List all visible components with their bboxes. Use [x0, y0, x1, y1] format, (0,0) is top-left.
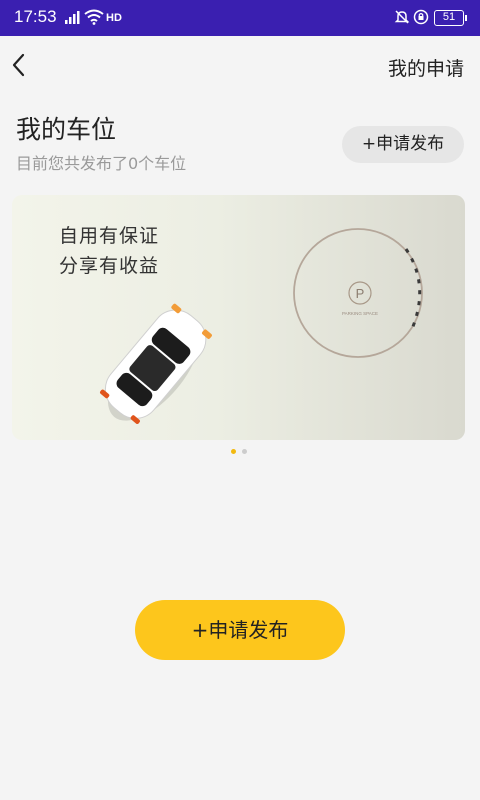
apply-publish-button-small[interactable]: +申请发布 [342, 126, 464, 163]
battery-icon: 51 [434, 10, 467, 26]
promo-banner[interactable]: 自用有保证 分享有收益 P PARKING SPACE [12, 195, 465, 440]
spot-count-text: 目前您共发布了0个车位 [16, 154, 187, 173]
my-application-link[interactable]: 我的申请 [388, 54, 464, 81]
parking-letter: P [356, 286, 365, 301]
car-illustration [100, 303, 212, 424]
status-bar: 17:53 HD 51 [0, 0, 480, 36]
nav-bar: 我的申请 [0, 36, 480, 94]
parking-caption: PARKING SPACE [342, 311, 378, 316]
signal-icon [65, 11, 80, 24]
hd-icon: HD [106, 12, 122, 24]
status-time: 17:53 [14, 7, 57, 26]
banner-pagination [231, 449, 251, 455]
wifi-icon [84, 9, 104, 25]
parking-circle-illustration: P PARKING SPACE [293, 228, 423, 358]
page-title: 我的车位 [16, 115, 117, 144]
lock-rotate-icon [413, 9, 429, 25]
chevron-left-icon[interactable] [8, 50, 32, 80]
banner-slogan-line2: 分享有收益 [59, 255, 160, 277]
pagination-dot[interactable] [242, 449, 247, 454]
mute-icon [394, 10, 410, 24]
apply-publish-button[interactable]: +申请发布 [135, 600, 345, 660]
pagination-dot-active[interactable] [231, 449, 236, 454]
banner-slogan-line1: 自用有保证 [59, 225, 160, 247]
